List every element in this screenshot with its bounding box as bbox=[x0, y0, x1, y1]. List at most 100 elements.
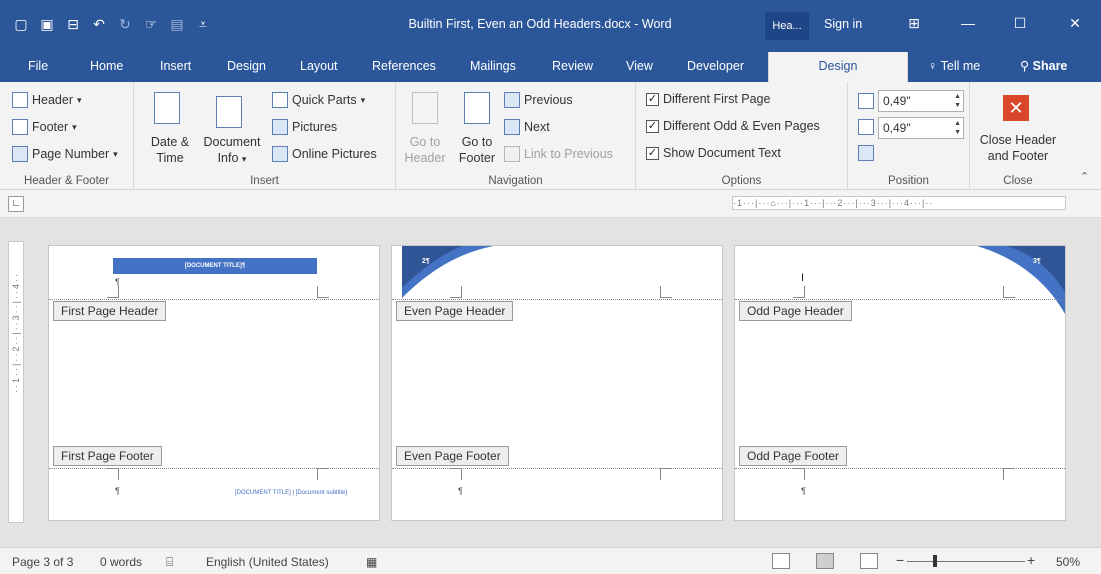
footer-document-title[interactable]: [DOCUMENT TITLE] | [Document subtitle] bbox=[235, 490, 347, 496]
spinner-arrows-icon[interactable]: ▲ ▼ bbox=[954, 119, 961, 137]
close-header-footer-button[interactable]: Close Header and Footer bbox=[970, 132, 1066, 164]
sign-in-link[interactable]: Sign in bbox=[824, 17, 862, 31]
page-number-label: Page Number bbox=[32, 147, 110, 161]
margin-corner-mark bbox=[450, 468, 462, 480]
document-title-banner[interactable]: [DOCUMENT TITLE]¶ bbox=[113, 258, 317, 274]
odd-header-corner-graphic bbox=[977, 246, 1065, 314]
page-2[interactable]: 2¶ Even Page Header Even Page Footer ¶ bbox=[391, 245, 723, 521]
goto-footer-button[interactable]: Go to Footer bbox=[454, 134, 500, 166]
margin-corner-mark bbox=[450, 286, 462, 298]
header-from-top-input[interactable]: 0,49" ▲ ▼ bbox=[878, 90, 964, 112]
read-mode-icon[interactable] bbox=[772, 553, 790, 569]
page-3[interactable]: 3¶ I Odd Page Header Odd Page Footer ¶ bbox=[734, 245, 1066, 521]
page-count[interactable]: Page 3 of 3 bbox=[12, 555, 73, 569]
maximize-icon[interactable]: ☐ bbox=[1000, 8, 1040, 38]
goto-header-icon[interactable] bbox=[412, 92, 438, 124]
next-button[interactable]: Next bbox=[504, 119, 550, 135]
share-button[interactable]: ⚲ Share bbox=[1020, 52, 1067, 82]
goto-footer-icon[interactable] bbox=[464, 92, 490, 124]
ribbon-tab-bar: File Home Insert Design Layout Reference… bbox=[0, 52, 1101, 82]
zoom-out-icon[interactable]: − bbox=[896, 552, 904, 568]
different-first-page-option[interactable]: ✓ Different First Page bbox=[646, 92, 770, 106]
ribbon-display-options-icon[interactable]: ⊞ bbox=[894, 8, 934, 38]
context-tab-header-footer[interactable]: Hea... bbox=[765, 12, 809, 40]
spinner-arrows-icon[interactable]: ▲ ▼ bbox=[954, 92, 961, 110]
quick-parts-button[interactable]: Quick Parts ▾ bbox=[272, 92, 365, 108]
tab-layout[interactable]: Layout bbox=[300, 52, 338, 82]
document-title: Builtin First, Even an Odd Headers.docx … bbox=[408, 17, 672, 31]
link-to-previous-button[interactable]: Link to Previous bbox=[504, 146, 613, 162]
tab-review[interactable]: Review bbox=[552, 52, 593, 82]
tab-file[interactable]: File bbox=[28, 52, 48, 82]
undo-icon[interactable]: ↶ bbox=[88, 13, 110, 35]
collapse-ribbon-icon[interactable]: ⌃ bbox=[1080, 170, 1089, 183]
insert-alignment-tab-icon[interactable] bbox=[858, 145, 874, 161]
tell-me-box[interactable]: ♀ Tell me bbox=[928, 52, 980, 82]
web-layout-icon[interactable] bbox=[860, 553, 878, 569]
dropdown-arrow-icon: ▾ bbox=[77, 94, 82, 105]
zoom-in-icon[interactable]: + bbox=[1027, 552, 1035, 568]
document-info-icon[interactable] bbox=[216, 96, 242, 128]
dropdown-arrow-icon: ▾ bbox=[113, 148, 118, 159]
header-icon bbox=[12, 92, 28, 108]
margin-corner-mark bbox=[793, 286, 805, 298]
zoom-level[interactable]: 50% bbox=[1056, 555, 1080, 569]
show-document-text-option[interactable]: ✓ Show Document Text bbox=[646, 146, 781, 160]
save-as-icon[interactable]: ⊟ bbox=[62, 13, 84, 35]
previous-button[interactable]: Previous bbox=[504, 92, 573, 108]
date-time-icon[interactable] bbox=[154, 92, 180, 124]
different-odd-even-checkbox[interactable]: ✓ bbox=[646, 119, 659, 133]
close-window-icon[interactable]: ✕ bbox=[1055, 8, 1095, 38]
tab-mailings[interactable]: Mailings bbox=[470, 52, 516, 82]
previous-label: Previous bbox=[524, 93, 573, 107]
new-document-icon[interactable]: ▢ bbox=[10, 13, 32, 35]
margin-corner-mark bbox=[107, 286, 119, 298]
print-layout-icon[interactable] bbox=[816, 553, 834, 569]
tab-design-header-footer[interactable]: Design bbox=[768, 52, 908, 82]
footer-button[interactable]: Footer ▾ bbox=[12, 119, 77, 135]
touch-mode-icon[interactable]: ☞ bbox=[140, 13, 162, 35]
tab-selector-icon[interactable]: ∟ bbox=[8, 196, 24, 212]
tab-insert[interactable]: Insert bbox=[160, 52, 191, 82]
goto-header-button[interactable]: Go to Header bbox=[402, 134, 448, 166]
word-count[interactable]: 0 words bbox=[100, 555, 142, 569]
vertical-ruler[interactable]: ··1··|··2··|··3··|··4·· bbox=[8, 241, 24, 523]
language-status[interactable]: English (United States) bbox=[206, 555, 329, 569]
page-number-button[interactable]: Page Number ▾ bbox=[12, 146, 118, 162]
group-options: ✓ Different First Page ✓ Different Odd & E… bbox=[636, 82, 848, 190]
horizontal-ruler[interactable]: ·1···|···⌂···|···1···|···2···|···3···|··… bbox=[732, 196, 1066, 210]
redo-icon[interactable]: ↻ bbox=[114, 13, 136, 35]
tab-developer[interactable]: Developer bbox=[687, 52, 744, 82]
page-1[interactable]: [DOCUMENT TITLE]¶ ¶ First Page Header Fi… bbox=[48, 245, 380, 521]
tab-references[interactable]: References bbox=[372, 52, 436, 82]
minimize-icon[interactable]: — bbox=[948, 8, 988, 38]
pictures-button[interactable]: Pictures bbox=[272, 119, 337, 135]
format-painter-icon[interactable]: ▤ bbox=[166, 13, 188, 35]
date-time-button[interactable]: Date & Time bbox=[146, 134, 194, 166]
footer-position-icon bbox=[858, 119, 874, 135]
next-section-icon bbox=[504, 119, 520, 135]
zoom-slider-handle[interactable] bbox=[933, 555, 937, 567]
document-info-button[interactable]: Document Info ▾ bbox=[198, 134, 266, 167]
even-page-number: 2¶ bbox=[422, 258, 430, 265]
quick-parts-icon bbox=[272, 92, 288, 108]
tab-view[interactable]: View bbox=[626, 52, 653, 82]
header-button[interactable]: Header ▾ bbox=[12, 92, 82, 108]
save-icon[interactable]: ▣ bbox=[36, 13, 58, 35]
customize-qat-icon[interactable]: ⩡ bbox=[192, 13, 214, 35]
proofing-icon[interactable]: ⌸ bbox=[166, 555, 173, 570]
footer-from-bottom-input[interactable]: 0,49" ▲ ▼ bbox=[878, 117, 964, 139]
odd-page-footer-tag: Odd Page Footer bbox=[739, 446, 848, 466]
title-bar: ▢ ▣ ⊟ ↶ ↻ ☞ ▤ ⩡ Builtin First, Even an O… bbox=[0, 0, 1101, 52]
zoom-slider-track[interactable] bbox=[907, 561, 1025, 562]
macro-recording-icon[interactable]: ▦ bbox=[366, 555, 377, 569]
online-pictures-button[interactable]: Online Pictures bbox=[272, 146, 377, 162]
show-document-text-checkbox[interactable]: ✓ bbox=[646, 146, 659, 160]
tab-home[interactable]: Home bbox=[90, 52, 123, 82]
close-header-footer-icon[interactable]: ✕ bbox=[1003, 95, 1029, 121]
header-boundary-line bbox=[735, 299, 1065, 300]
odd-page-number: 3¶ bbox=[1033, 258, 1041, 265]
different-first-page-checkbox[interactable]: ✓ bbox=[646, 92, 659, 106]
different-odd-even-option[interactable]: ✓ Different Odd & Even Pages bbox=[646, 119, 820, 133]
tab-design-doc[interactable]: Design bbox=[227, 52, 266, 82]
